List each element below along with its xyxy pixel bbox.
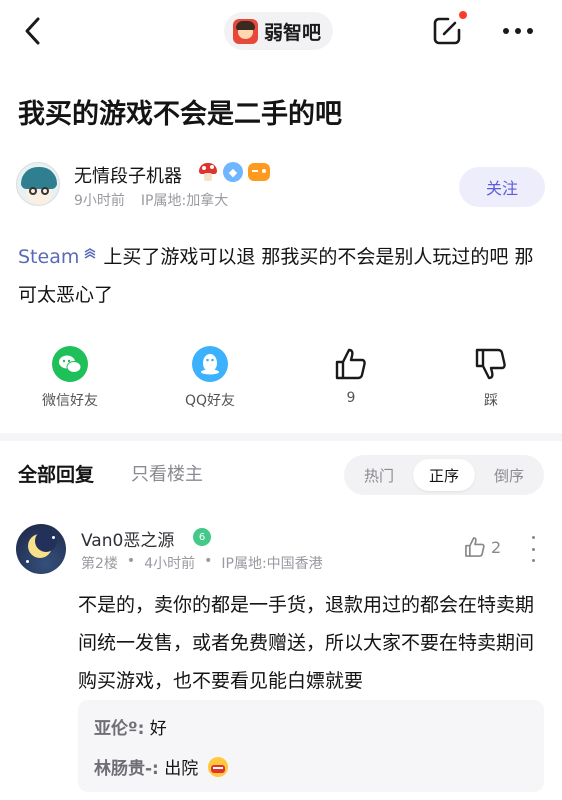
- stack-icon: [84, 248, 96, 259]
- author-meta: 9小时前 IP属地:加拿大: [74, 190, 228, 210]
- share-row: 微信好友 QQ好友 9 踩: [0, 346, 562, 416]
- commenter-name[interactable]: Van0恶之源: [81, 526, 174, 551]
- qq-icon: [192, 346, 228, 382]
- comment-more-button[interactable]: [528, 536, 538, 562]
- post-time: 9小时前: [74, 193, 125, 209]
- like-count: 9: [346, 390, 356, 406]
- level-badge: 6: [193, 528, 211, 546]
- commenter-avatar[interactable]: [16, 524, 66, 574]
- sort-segmented-control: 热门 正序 倒序: [344, 455, 544, 495]
- dislike-label: 踩: [484, 393, 498, 409]
- sort-ascending[interactable]: 正序: [413, 459, 475, 491]
- comment-meta: 第2楼 • 4小时前 • IP属地:中国香港: [81, 553, 323, 572]
- comment-body: 不是的，卖你的都是一手货，退款用过的都会在特卖期间统一发售，或者免费赠送，所以大…: [78, 594, 535, 692]
- tab-all-replies[interactable]: 全部回复: [18, 460, 94, 487]
- thumbs-down-icon: [473, 346, 509, 382]
- comment-time: 4小时前: [144, 556, 196, 572]
- tab-owner-only[interactable]: 只看楼主: [131, 460, 203, 486]
- notification-dot: [459, 11, 467, 19]
- grin-emoji-icon: [207, 757, 228, 777]
- edit-icon: [433, 17, 461, 45]
- share-wechat-label: 微信好友: [42, 393, 98, 409]
- sub-reply-text: 好: [149, 719, 167, 739]
- edit-button[interactable]: [430, 14, 464, 48]
- sort-hot[interactable]: 热门: [348, 459, 410, 491]
- like-button[interactable]: 9: [296, 346, 406, 406]
- sub-reply-author[interactable]: 亚伦º:: [94, 719, 144, 739]
- comment-like-count: 2: [491, 537, 502, 557]
- section-divider: [0, 433, 562, 441]
- share-qq-label: QQ好友: [184, 393, 236, 409]
- sub-reply-author[interactable]: 林肠贵-:: [94, 759, 159, 779]
- sort-descending[interactable]: 倒序: [478, 459, 540, 491]
- top-bar: 弱智吧: [0, 0, 562, 64]
- more-horizontal-icon: [503, 28, 533, 34]
- author-badges: ◆: [198, 162, 270, 182]
- diamond-badge-icon: ◆: [223, 162, 243, 182]
- steam-tag[interactable]: Steam: [18, 246, 79, 268]
- sub-reply: 亚伦º: 好: [94, 714, 167, 739]
- back-button[interactable]: [16, 14, 50, 48]
- more-button[interactable]: [498, 14, 538, 48]
- chevron-left-icon: [25, 17, 40, 45]
- comment-ip: IP属地:中国香港: [221, 556, 323, 572]
- comment-like-button[interactable]: 2: [464, 536, 501, 558]
- forum-name: 弱智吧: [264, 21, 322, 44]
- share-wechat-button[interactable]: 微信好友: [15, 346, 125, 410]
- author-avatar[interactable]: [16, 162, 60, 206]
- post-title: 我买的游戏不会是二手的吧: [18, 99, 342, 130]
- sub-reply-text: 出院: [164, 759, 199, 779]
- share-qq-button[interactable]: QQ好友: [155, 346, 265, 410]
- forum-avatar: [233, 18, 258, 44]
- sub-replies[interactable]: 亚伦º: 好 林肠贵-: 出院: [78, 700, 544, 792]
- author-name[interactable]: 无情段子机器: [74, 162, 182, 188]
- dislike-button[interactable]: 踩: [436, 346, 546, 410]
- mushroom-badge-icon: [198, 162, 218, 182]
- sub-reply: 林肠贵-: 出院: [94, 754, 228, 779]
- follow-button[interactable]: 关注: [459, 167, 545, 207]
- gamepad-badge-icon: [248, 163, 270, 181]
- post-body: Steam 上买了游戏可以退 那我买的不会是别人玩过的吧 那可太恶心了: [18, 238, 548, 314]
- forum-pill[interactable]: 弱智吧: [224, 12, 334, 50]
- comment-floor: 第2楼: [81, 556, 118, 572]
- thumbs-up-icon: [465, 537, 485, 557]
- post-ip: IP属地:加拿大: [140, 193, 229, 209]
- thumbs-up-icon: [333, 346, 369, 382]
- wechat-icon: [52, 346, 88, 382]
